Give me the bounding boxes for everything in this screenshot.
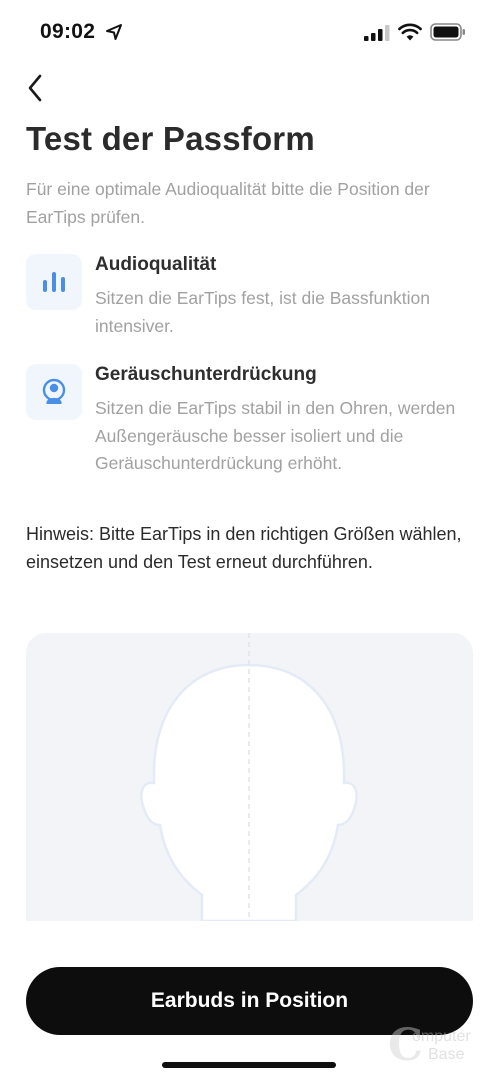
- page-title: Test der Passform: [26, 120, 315, 157]
- wifi-icon: [398, 23, 422, 41]
- watermark-logo: C omputer Base: [388, 1024, 492, 1076]
- watermark-line2: Base: [428, 1046, 465, 1063]
- hint-text: Hinweis: Bitte EarTips in den richtigen …: [26, 524, 462, 572]
- chevron-left-icon: [28, 74, 42, 102]
- feature-noise-cancelling: Geräuschunterdrückung Sitzen die EarTips…: [26, 364, 476, 484]
- cellular-signal-icon: [364, 25, 390, 41]
- feature-icon-tile: [26, 364, 82, 420]
- feature-icon-tile: [26, 254, 82, 310]
- fit-test-illustration: [26, 633, 473, 921]
- audio-bars-icon: [43, 272, 65, 292]
- location-arrow-icon: [106, 24, 122, 40]
- feature-description: Sitzen die EarTips stabil in den Ohren, …: [95, 398, 456, 473]
- feature-title: Audioqualität: [95, 254, 217, 275]
- back-button[interactable]: [22, 70, 54, 106]
- home-indicator[interactable]: [162, 1062, 336, 1068]
- watermark-line1: omputer: [412, 1028, 471, 1045]
- battery-icon: [430, 23, 465, 41]
- intro-text: Für eine optimale Audioqualität bitte di…: [26, 179, 430, 227]
- head-outline-illustration: [140, 633, 358, 921]
- status-time: 09:02: [40, 20, 96, 43]
- feature-audio-quality: Audioqualität Sitzen die EarTips fest, i…: [26, 254, 476, 344]
- noise-cancelling-icon: [42, 378, 66, 404]
- status-bar: 09:02: [0, 0, 499, 60]
- feature-description: Sitzen die EarTips fest, ist die Bassfun…: [95, 288, 430, 336]
- feature-title: Geräuschunterdrückung: [95, 364, 317, 385]
